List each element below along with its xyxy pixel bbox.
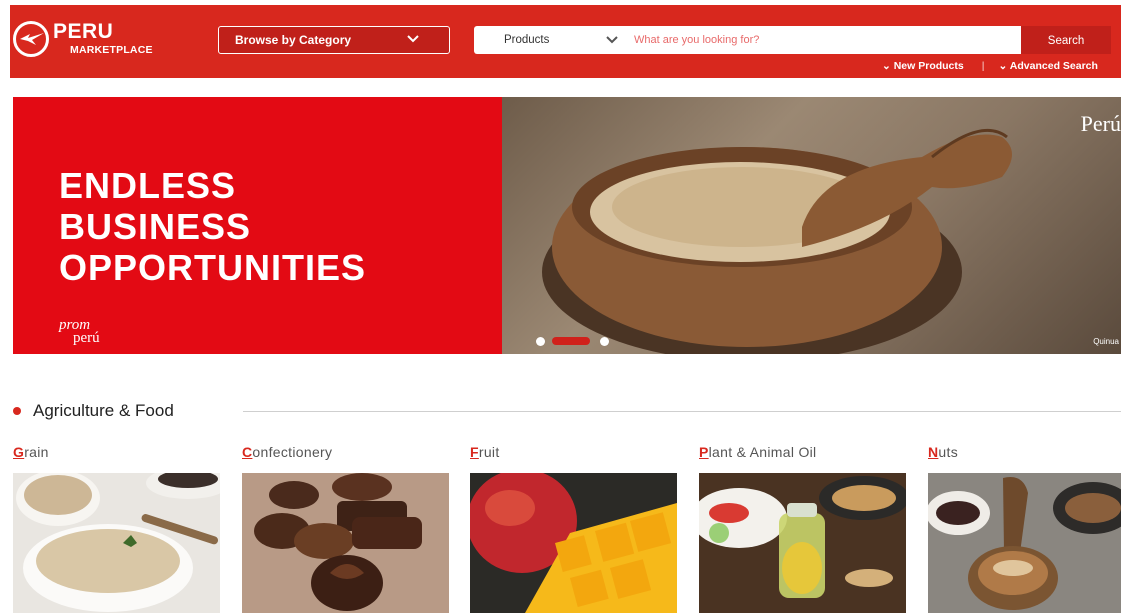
new-products-link[interactable]: ⌄ New Products (882, 60, 964, 72)
category-name: ruit (478, 444, 500, 460)
link-separator: | (981, 60, 985, 72)
search-button[interactable]: Search (1021, 26, 1111, 54)
category-card-nuts[interactable]: Nuts (928, 442, 1121, 613)
chevron-down-icon[interactable] (606, 36, 618, 44)
fruit-image[interactable] (470, 473, 677, 613)
category-name: rain (24, 444, 49, 460)
category-initial: G (13, 444, 25, 460)
confectionery-image[interactable] (242, 473, 449, 613)
category-card-confectionery[interactable]: Confectionery (242, 442, 449, 613)
search-scope-label: Products (504, 34, 550, 46)
banner-line-3: OPPORTUNITIES (59, 247, 367, 288)
section-header: Agriculture & Food (13, 400, 1121, 422)
category-card-plant-animal-oil[interactable]: Plant & Animal Oil (699, 442, 906, 613)
logo-emblem-icon (13, 21, 49, 57)
oil-illustration (699, 476, 906, 598)
category-initial: N (928, 444, 939, 460)
promperu-bottom: perú (73, 330, 100, 346)
section-bullet-icon (13, 407, 21, 415)
nuts-illustration (928, 477, 1121, 610)
browse-label: Browse by Category (235, 33, 352, 47)
chocolates-illustration (254, 473, 422, 611)
logo-text-top: PERU (53, 20, 114, 43)
category-label[interactable]: Nuts (928, 442, 1121, 462)
search-input[interactable] (634, 30, 1014, 50)
category-label[interactable]: Fruit (470, 442, 677, 462)
slide-dot-2-active[interactable] (552, 337, 590, 345)
category-initial: P (699, 444, 709, 460)
chevron-down-icon (407, 35, 419, 43)
banner-red-panel: ENDLESS BUSINESS OPPORTUNITIES prom perú (13, 97, 502, 354)
peru-brand-mark: Perú (1080, 111, 1121, 136)
category-name: lant & Animal Oil (708, 444, 817, 460)
advanced-search-link[interactable]: ⌄ Advanced Search (998, 60, 1097, 72)
category-name: uts (938, 444, 958, 460)
new-products-label: New Products (893, 60, 964, 72)
section-title: Agriculture & Food (33, 401, 174, 420)
photo-caption: Quinua (1093, 337, 1119, 346)
grain-image[interactable] (13, 473, 220, 613)
quinoa-bowl-photo: Perú Quinua (502, 97, 1121, 354)
slide-dot-1[interactable] (536, 337, 545, 346)
grain-illustration (16, 473, 220, 612)
category-label[interactable]: Plant & Animal Oil (699, 442, 906, 462)
site-header: PERU MARKETPLACE Browse by Category Prod… (10, 5, 1121, 78)
search-scope-select[interactable]: Products (504, 26, 549, 54)
browse-by-category-dropdown[interactable]: Browse by Category (218, 26, 450, 54)
oil-image[interactable] (699, 473, 906, 613)
quinoa-bowl-illustration (542, 128, 1012, 354)
category-initial: F (470, 444, 479, 460)
hero-banner[interactable]: ENDLESS BUSINESS OPPORTUNITIES prom perú… (13, 97, 1121, 354)
slide-dot-3[interactable] (600, 337, 609, 346)
category-name: onfectionery (252, 444, 333, 460)
banner-line-1: ENDLESS (59, 165, 237, 206)
category-label[interactable]: Grain (13, 442, 220, 462)
promperu-logo: prom perú (59, 318, 100, 346)
category-card-fruit[interactable]: Fruit (470, 442, 677, 613)
category-card-grain[interactable]: Grain (13, 442, 220, 613)
banner-headline: ENDLESS BUSINESS OPPORTUNITIES (59, 165, 366, 288)
search-bar: Products (474, 26, 1031, 54)
header-sublinks: ⌄ New Products | ⌄ Advanced Search (882, 60, 1121, 72)
category-label[interactable]: Confectionery (242, 442, 449, 462)
peru-marketplace-logo[interactable]: PERU MARKETPLACE (13, 17, 213, 61)
banner-line-2: BUSINESS (59, 206, 252, 247)
mango-illustration (470, 473, 677, 613)
logo-text-bottom: MARKETPLACE (70, 44, 153, 56)
nuts-image[interactable] (928, 473, 1121, 613)
section-divider (243, 411, 1121, 412)
category-initial: C (242, 444, 253, 460)
advanced-search-label: Advanced Search (1009, 60, 1098, 72)
